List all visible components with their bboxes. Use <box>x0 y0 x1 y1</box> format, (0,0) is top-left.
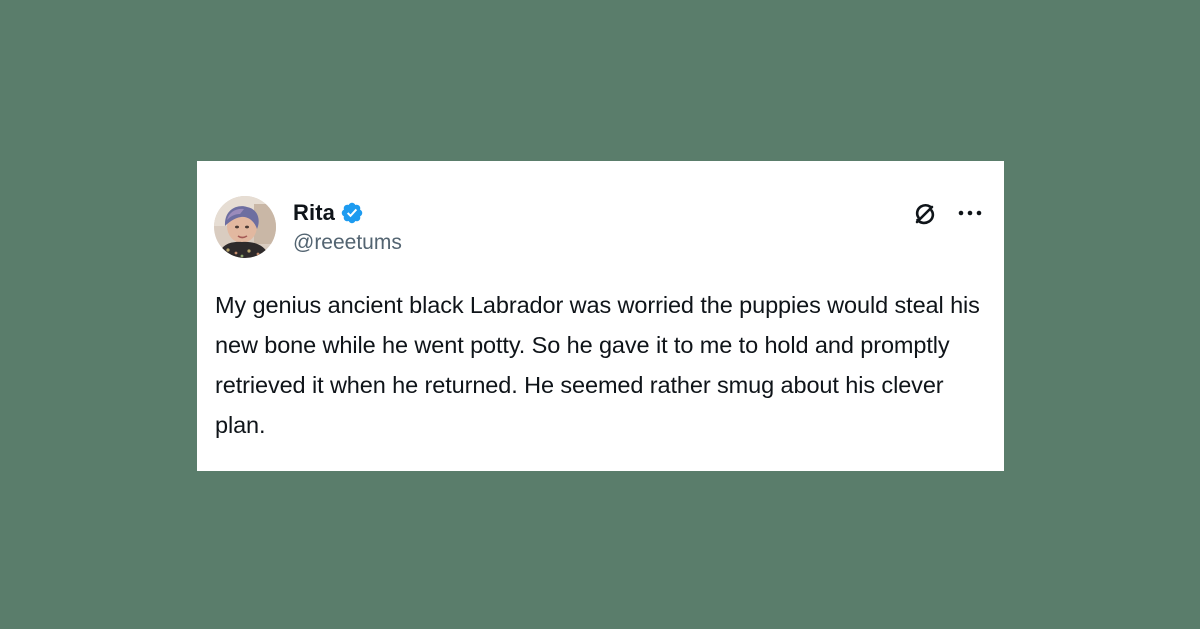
background-canvas: Rita @reeetums My genius ancient black L… <box>0 0 1200 629</box>
avatar-image <box>214 196 276 258</box>
author-handle[interactable]: @reeetums <box>293 231 402 255</box>
author-display-name[interactable]: Rita <box>293 200 335 226</box>
verified-badge-icon <box>340 201 364 225</box>
tweet-card: Rita @reeetums My genius ancient black L… <box>197 161 1004 471</box>
author-avatar[interactable] <box>214 196 276 258</box>
more-options-icon[interactable] <box>955 202 985 224</box>
grok-icon[interactable] <box>908 197 942 231</box>
tweet-text: My genius ancient black Labrador was wor… <box>215 292 980 438</box>
author-name-row: Rita <box>293 198 364 228</box>
